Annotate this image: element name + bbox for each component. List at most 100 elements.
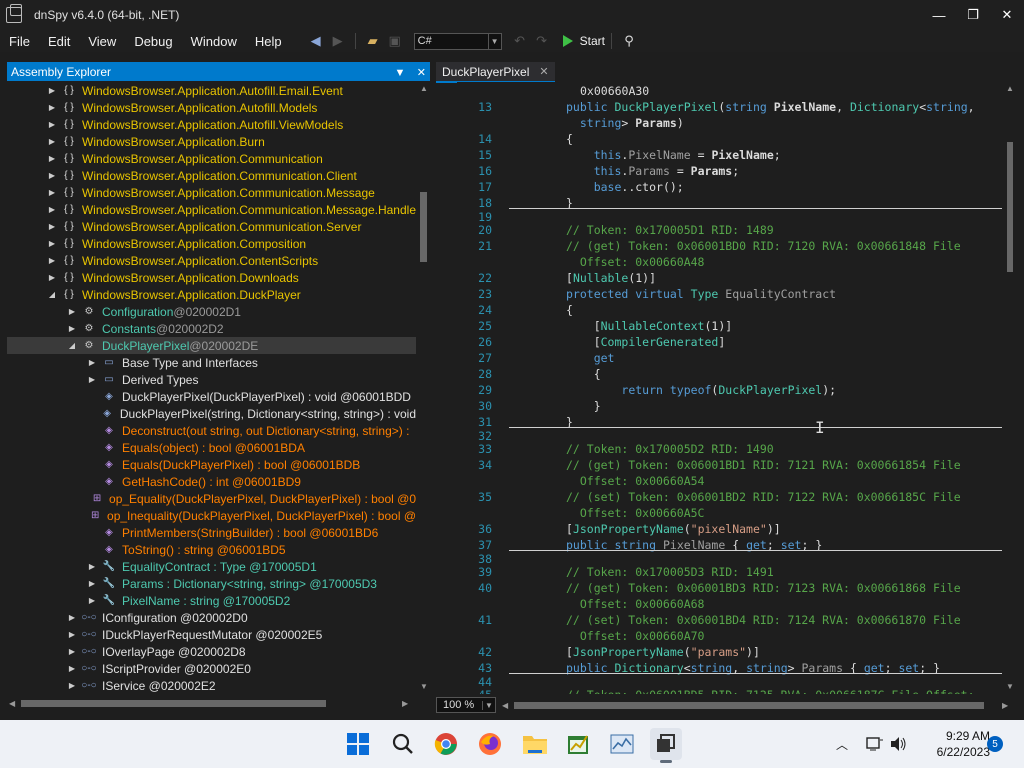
expander-icon[interactable]: ▶ [47, 188, 57, 197]
tree-item[interactable]: ▶ ○-○ IConfiguration @020002D0 [7, 609, 416, 626]
search-button[interactable] [387, 728, 419, 760]
clock[interactable]: 9:29 AM 6/22/2023 [910, 728, 990, 760]
tree-item[interactable]: ⊞ op_Inequality(DuckPlayerPixel, DuckPlay… [7, 507, 416, 524]
scroll-thumb[interactable] [21, 700, 326, 707]
expander-icon[interactable]: ▶ [47, 154, 57, 163]
tree-item[interactable]: ▶ ○-○ IOverlayPage @020002D8 [7, 643, 416, 660]
tree-item[interactable]: ◈ GetHashCode() : int @06001BD9 [7, 473, 416, 490]
open-folder-icon[interactable]: ▰ [365, 33, 381, 49]
start-menu-button[interactable] [342, 728, 374, 760]
tree-item[interactable]: ▶ ▭ Derived Types [7, 371, 416, 388]
tree-item[interactable]: ▶ { } WindowsBrowser.Application.Autofill.… [7, 82, 416, 99]
expander-icon[interactable]: ▶ [47, 273, 57, 282]
scroll-right-icon[interactable]: ▶ [402, 699, 408, 708]
expander-icon[interactable]: ▶ [67, 647, 77, 656]
menu-file[interactable]: File [0, 34, 39, 49]
search-icon[interactable]: ⚲ [621, 33, 637, 49]
code-editor[interactable]: 0x00660A30 13 public DuckPlayerPixel(strin… [457, 82, 1003, 694]
tree-item[interactable]: ▶ ⚙ Constants @020002D2 [7, 320, 416, 337]
expander-icon[interactable]: ▶ [67, 324, 77, 333]
expander-icon[interactable]: ▶ [47, 120, 57, 129]
firefox-app[interactable] [474, 728, 506, 760]
expander-icon[interactable]: ▶ [67, 307, 77, 316]
tree-item[interactable]: ◈ Equals(DuckPlayerPixel) : bool @06001BD… [7, 456, 416, 473]
expander-icon[interactable]: ▶ [47, 239, 57, 248]
editor-horizontal-scrollbar[interactable]: ◀ ▶ [500, 698, 1017, 712]
tree-item[interactable]: ◢ ⚙ DuckPlayerPixel @020002DE [7, 337, 416, 354]
save-icon[interactable]: ▣ [387, 33, 403, 49]
tree-item[interactable]: ▶ { } WindowsBrowser.Application.Communica… [7, 167, 416, 184]
expander-icon[interactable]: ▶ [87, 358, 97, 367]
scroll-down-icon[interactable]: ▼ [1006, 682, 1014, 691]
expander-icon[interactable]: ▶ [47, 256, 57, 265]
tree-item[interactable]: ▶ { } WindowsBrowser.Application.Communica… [7, 150, 416, 167]
pane-close-icon[interactable]: ✕ [417, 67, 426, 79]
tree-item[interactable]: ⊞ op_Equality(DuckPlayerPixel, DuckPlayer… [7, 490, 416, 507]
spreadsheet-app[interactable] [562, 728, 594, 760]
expander-icon[interactable]: ▶ [87, 562, 97, 571]
notification-badge[interactable]: 5 [987, 736, 1003, 752]
volume-icon[interactable] [890, 736, 908, 752]
tree-item[interactable]: ◈ Equals(object) : bool @06001BDA [7, 439, 416, 456]
pane-menu-icon[interactable]: ▼ [395, 67, 406, 79]
expander-icon[interactable]: ▶ [67, 664, 77, 673]
tree-item[interactable]: ▶ { } WindowsBrowser.Application.ContentSc… [7, 252, 416, 269]
scroll-right-icon[interactable]: ▶ [1002, 701, 1008, 710]
dnspy-app[interactable] [650, 728, 682, 763]
scroll-left-icon[interactable]: ◀ [502, 701, 508, 710]
expander-icon[interactable]: ▶ [47, 137, 57, 146]
menu-view[interactable]: View [79, 34, 125, 49]
tab-duckplayerpixel[interactable]: DuckPlayerPixel ✕ [436, 62, 555, 83]
language-select[interactable]: C# ▼ [413, 32, 502, 50]
expander-icon[interactable]: ▶ [67, 681, 77, 690]
minimize-button[interactable]: — [922, 0, 956, 30]
network-icon[interactable] [866, 736, 884, 752]
expander-icon[interactable]: ▶ [87, 579, 97, 588]
expander-icon[interactable]: ▶ [67, 630, 77, 639]
scroll-down-icon[interactable]: ▼ [420, 682, 428, 691]
tree-item[interactable]: ▶ ⚙ Configuration @020002D1 [7, 303, 416, 320]
tab-close-icon[interactable]: ✕ [539, 65, 548, 78]
tree-horizontal-scrollbar[interactable]: ◀ ▶ [7, 696, 416, 710]
editor-vertical-scrollbar[interactable]: ▲ ▼ [1003, 82, 1017, 694]
tree-vertical-scrollbar[interactable]: ▲ ▼ [418, 82, 429, 694]
tree-item[interactable]: ▶ { } WindowsBrowser.Application.Autofill.… [7, 99, 416, 116]
tree-item[interactable]: ◈ DuckPlayerPixel(DuckPlayerPixel) : void… [7, 388, 416, 405]
menu-edit[interactable]: Edit [39, 34, 79, 49]
tree-item[interactable]: ▶ { } WindowsBrowser.Application.Downloads [7, 269, 416, 286]
zoom-select[interactable]: 100 % ▼ [436, 697, 496, 713]
monitor-app[interactable] [606, 728, 638, 760]
back-icon[interactable]: ◀ [308, 33, 324, 49]
tree-item[interactable]: ▶ { } WindowsBrowser.Application.Communica… [7, 201, 416, 218]
expander-icon[interactable]: ▶ [87, 596, 97, 605]
tree-item[interactable]: ◈ DuckPlayerPixel(string, Dictionary<stri… [7, 405, 416, 422]
expander-icon[interactable]: ▶ [47, 86, 57, 95]
tree-item[interactable]: ▶ { } WindowsBrowser.Application.Communica… [7, 184, 416, 201]
file-explorer-app[interactable] [519, 728, 551, 760]
scroll-thumb[interactable] [1007, 142, 1013, 272]
scroll-left-icon[interactable]: ◀ [9, 699, 15, 708]
restore-button[interactable]: ❐ [956, 0, 990, 30]
tree-item[interactable]: ◈ Deconstruct(out string, out Dictionary<… [7, 422, 416, 439]
expander-icon[interactable]: ▶ [47, 171, 57, 180]
tree-item[interactable]: ◢ { } WindowsBrowser.Application.DuckPlaye… [7, 286, 416, 303]
tree-item[interactable]: ▶ { } WindowsBrowser.Application.Compositi… [7, 235, 416, 252]
tree-item[interactable]: ▶ 🔧 PixelName : string @170005D2 [7, 592, 416, 609]
tree-item[interactable]: ▶ ○-○ IService @020002E2 [7, 677, 416, 694]
forward-icon[interactable]: ▶ [330, 33, 346, 49]
expander-icon[interactable]: ▶ [47, 103, 57, 112]
chrome-app[interactable] [430, 728, 462, 760]
undo-icon[interactable]: ↶ [512, 33, 528, 49]
menu-help[interactable]: Help [246, 34, 291, 49]
tree-item[interactable]: ◈ PrintMembers(StringBuilder) : bool @060… [7, 524, 416, 541]
expander-icon[interactable]: ▶ [87, 375, 97, 384]
expander-icon[interactable]: ▶ [67, 613, 77, 622]
tree-item[interactable]: ▶ { } WindowsBrowser.Application.Burn [7, 133, 416, 150]
tree-item[interactable]: ▶ 🔧 EqualityContract : Type @170005D1 [7, 558, 416, 575]
expander-icon[interactable]: ▶ [47, 205, 57, 214]
close-window-button[interactable]: ✕ [990, 0, 1024, 30]
scroll-up-icon[interactable]: ▲ [420, 84, 428, 93]
chevron-up-icon[interactable]: ︿ [836, 736, 848, 753]
scroll-thumb[interactable] [514, 702, 984, 709]
expander-icon[interactable]: ◢ [47, 290, 57, 299]
